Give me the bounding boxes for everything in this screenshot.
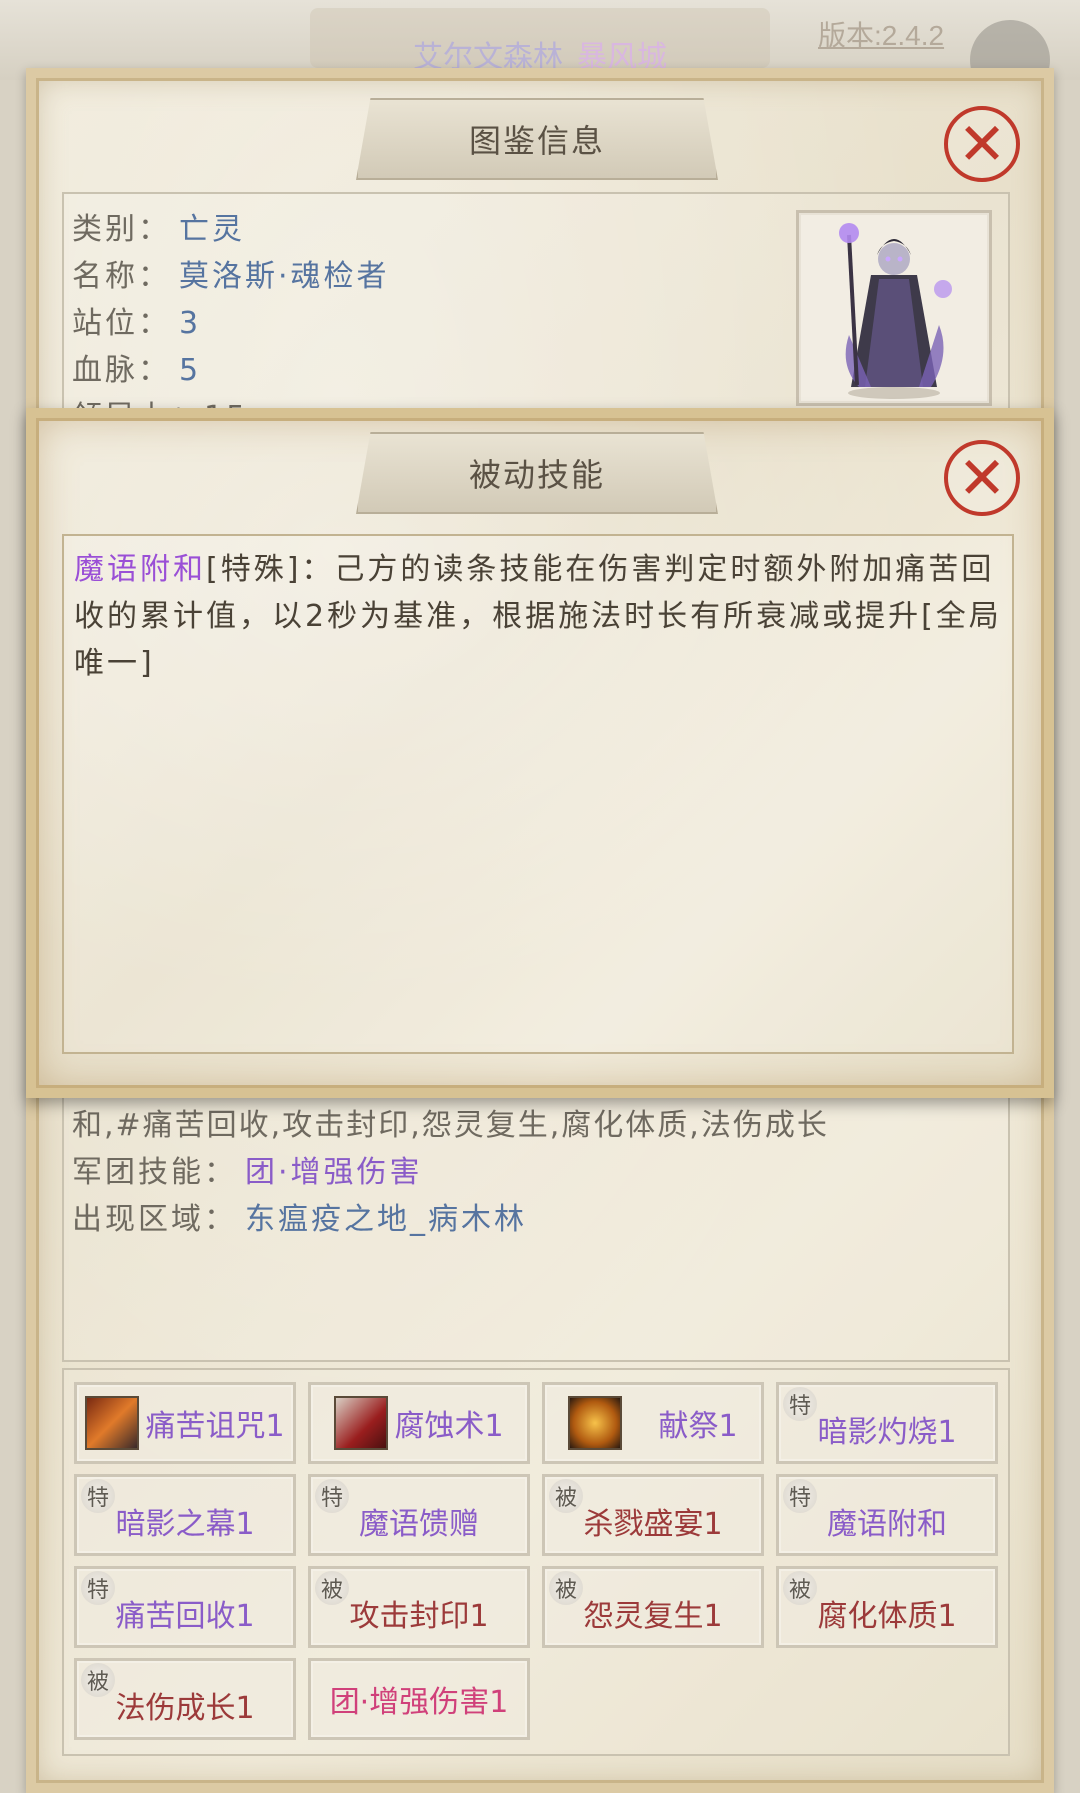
special-badge: 特: [315, 1479, 349, 1513]
corruption-skill-icon: [334, 1396, 389, 1450]
skill-button[interactable]: 被法伤成长1: [74, 1658, 296, 1740]
skill-description: 魔语附和[特殊]：己方的读条技能在伤害判定时额外附加痛苦回收的累计值，以2秒为基…: [74, 552, 1002, 681]
info-row-bloodline: 血脉： 5: [72, 353, 202, 388]
codex-title: 图鉴信息: [356, 98, 718, 180]
passive-badge: 被: [315, 1571, 349, 1605]
skill-button[interactable]: 特暗影灼烧1: [776, 1382, 998, 1464]
skill-button[interactable]: 特魔语附和: [776, 1474, 998, 1556]
close-icon: ✕: [957, 444, 1007, 512]
skill-button[interactable]: 特痛苦回收1: [74, 1566, 296, 1648]
passive-badge: 被: [783, 1571, 817, 1605]
skill-button[interactable]: 特暗影之幕1: [74, 1474, 296, 1556]
skill-button[interactable]: 被杀戮盛宴1: [542, 1474, 764, 1556]
passive-badge: 被: [549, 1479, 583, 1513]
undead-mage-icon: [839, 223, 952, 399]
close-popup-button[interactable]: ✕: [944, 440, 1020, 516]
background-location: 艾尔文森林 暴风城: [310, 8, 770, 68]
info-row-legion-skill: 军团技能： 团·增强伤害: [72, 1155, 423, 1190]
unit-portrait: [796, 210, 992, 406]
skill-button[interactable]: 被攻击封印1: [308, 1566, 530, 1648]
special-badge: 特: [81, 1479, 115, 1513]
version-label[interactable]: 版本:2.4.2: [818, 14, 944, 54]
special-badge: 特: [81, 1571, 115, 1605]
passive-skill-title: 被动技能: [356, 432, 718, 514]
location-name: 艾尔文森林: [413, 40, 563, 68]
skill-description-box: 魔语附和[特殊]：己方的读条技能在伤害判定时额外附加痛苦回收的累计值，以2秒为基…: [62, 534, 1014, 1054]
curse-skill-icon: [85, 1396, 140, 1450]
skill-name: 魔语附和: [74, 552, 206, 587]
skill-button[interactable]: 被怨灵复生1: [542, 1566, 764, 1648]
passive-badge: 被: [549, 1571, 583, 1605]
sacrifice-skill-icon: [568, 1396, 623, 1450]
skill-button[interactable]: 献祭1: [542, 1382, 764, 1464]
skill-button[interactable]: 痛苦诅咒1: [74, 1382, 296, 1464]
info-row-name: 名称： 莫洛斯·魂检者: [72, 259, 390, 294]
info-row-region: 出现区域： 东瘟疫之地_病木林: [72, 1202, 527, 1237]
legion-skill-button[interactable]: 团·增强伤害1: [308, 1658, 530, 1740]
skills-list-tail: 和,#痛苦回收,攻击封印,怨灵复生,腐化体质,法伤成长: [72, 1108, 829, 1143]
skill-button[interactable]: 腐蚀术1: [308, 1382, 530, 1464]
special-badge: 特: [783, 1479, 817, 1513]
info-row-category: 类别： 亡灵: [72, 212, 245, 247]
location-name-city: 暴风城: [577, 40, 667, 68]
passive-badge: 被: [81, 1663, 115, 1697]
special-badge: 特: [783, 1387, 817, 1421]
close-icon: ✕: [957, 110, 1007, 178]
close-codex-button[interactable]: ✕: [944, 106, 1020, 182]
info-row-position: 站位： 3: [72, 306, 202, 341]
skill-button[interactable]: 特魔语馈赠: [308, 1474, 530, 1556]
skill-button[interactable]: 被腐化体质1: [776, 1566, 998, 1648]
